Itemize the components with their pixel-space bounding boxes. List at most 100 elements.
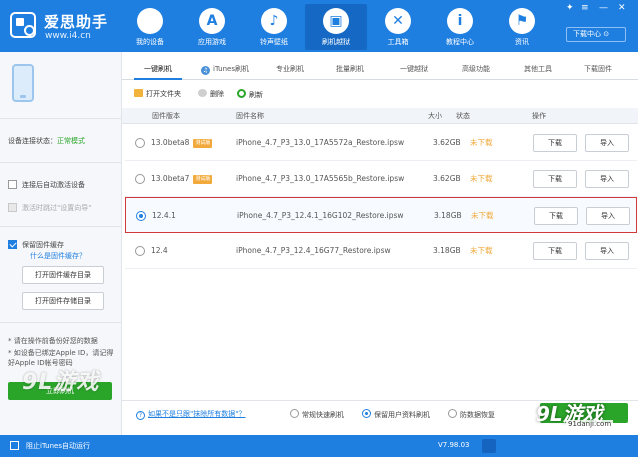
table-row[interactable]: 13.0beta7 测试版 iPhone_4.7_P3_13.0_17A5565b… xyxy=(125,161,637,197)
firmware-version: 13.0beta8 测试版 xyxy=(151,138,213,148)
minimize-icon[interactable]: — xyxy=(599,3,608,13)
download-icon: ⊙ xyxy=(603,30,610,38)
download-button[interactable]: 下载 xyxy=(533,134,577,152)
tab-one-click-jailbreak[interactable]: 一键越狱 xyxy=(390,60,438,80)
apple-icon xyxy=(137,8,163,34)
anti-recovery-radio[interactable]: 防数据恢复 xyxy=(448,409,495,420)
tab-itunes-flash[interactable]: ♫ iTunes刷机 xyxy=(194,60,256,80)
watermark-url: 91danji.com xyxy=(566,420,614,428)
firmware-size: 3.18GB xyxy=(433,246,461,255)
radio-icon[interactable] xyxy=(135,174,145,184)
connection-value: 正常模式 xyxy=(57,137,85,145)
skin-icon[interactable]: ✦ xyxy=(566,3,574,13)
table-row[interactable]: 12.4 iPhone_4.7_P3_12.4_16G77_Restore.ip… xyxy=(125,233,637,269)
box-icon: ▣ xyxy=(323,8,349,34)
delete-button[interactable]: 删除 xyxy=(198,89,224,99)
radio-icon[interactable] xyxy=(135,138,145,148)
nav-tutorials[interactable]: i 教程中心 xyxy=(429,4,491,50)
table-row-selected[interactable]: 12.4.1 iPhone_4.7_P3_12.4.1_16G102_Resto… xyxy=(125,197,637,233)
tab-other-tools[interactable]: 其他工具 xyxy=(514,60,562,80)
phone-icon xyxy=(12,64,34,102)
app-title: 爱思助手 xyxy=(44,13,109,31)
firmware-name: iPhone_4.7_P3_13.0_17A5572a_Restore.ipsw xyxy=(236,138,405,147)
tools-icon: ✕ xyxy=(385,8,411,34)
divider xyxy=(0,226,122,227)
open-folder-button[interactable]: 打开文件夹 xyxy=(134,89,181,99)
version-label: V7.98.03 xyxy=(438,441,470,449)
firmware-version: 13.0beta7 测试版 xyxy=(151,174,213,184)
info-icon: i xyxy=(447,8,473,34)
delete-icon xyxy=(198,89,207,97)
table-row[interactable]: 13.0beta8 测试版 iPhone_4.7_P3_13.0_17A5572a… xyxy=(125,125,637,161)
tab-download-firmware[interactable]: 下载固件 xyxy=(574,60,622,80)
firmware-name: iPhone_4.7_P3_12.4_16G77_Restore.ipsw xyxy=(236,246,391,255)
refresh-icon xyxy=(237,89,246,98)
checkbox-icon[interactable] xyxy=(10,441,19,450)
import-button[interactable]: 导入 xyxy=(585,170,629,188)
nav-toolbox[interactable]: ✕ 工具箱 xyxy=(367,4,429,50)
itunes-block-label: 阻止iTunes自动运行 xyxy=(26,442,90,450)
tab-pro-flash[interactable]: 专业刷机 xyxy=(266,60,314,80)
keep-firmware-checkbox[interactable]: 保留固件缓存 xyxy=(8,240,64,250)
erase-help-link[interactable]: ? 如果不是只跟"抹除所有数据"？ xyxy=(136,409,245,420)
import-button[interactable]: 导入 xyxy=(585,134,629,152)
nav-ringtones[interactable]: ♪ 铃声壁纸 xyxy=(243,4,305,50)
folder-icon xyxy=(134,89,143,97)
download-button[interactable]: 下载 xyxy=(533,170,577,188)
download-status: 未下载 xyxy=(471,211,494,220)
firmware-name: iPhone_4.7_P3_12.4.1_16G102_Restore.ipsw xyxy=(237,211,404,220)
help-icon: ? xyxy=(136,411,145,420)
firmware-size: 3.18GB xyxy=(434,211,462,220)
quick-flash-radio[interactable]: 常规快速刷机 xyxy=(290,409,344,420)
flag-icon: ⚑ xyxy=(509,8,535,34)
app-url: www.i4.cn xyxy=(45,31,91,41)
col-size: 大小 xyxy=(428,112,442,120)
nav-my-device[interactable]: 我的设备 xyxy=(119,4,181,50)
tab-one-click-flash[interactable]: 一键刷机 xyxy=(134,60,182,80)
firmware-cache-help-link[interactable]: 什么是固件缓存？ xyxy=(30,251,86,261)
firmware-name: iPhone_4.7_P3_13.0_17A5565b_Restore.ipsw xyxy=(236,174,405,183)
radio-selected-icon[interactable] xyxy=(136,211,146,221)
status-bar: 阻止iTunes自动运行 V7.98.03 xyxy=(0,435,638,457)
tab-batch-flash[interactable]: 批量刷机 xyxy=(326,60,374,80)
radio-icon[interactable] xyxy=(135,246,145,256)
download-button[interactable]: 下载 xyxy=(533,242,577,260)
nav-flash-jailbreak[interactable]: ▣ 刷机越狱 xyxy=(305,4,367,50)
open-cache-dir-button[interactable]: 打开固件缓存目录 xyxy=(22,266,104,284)
auto-activate-checkbox[interactable]: 连接后自动激活设备 xyxy=(8,180,85,190)
radio-icon xyxy=(290,409,299,418)
beta-badge: 测试版 xyxy=(193,139,213,148)
flash-tabs: 一键刷机 ♫ iTunes刷机 专业刷机 批量刷机 一键越狱 高级功能 其他工具 … xyxy=(122,60,638,80)
firmware-table-header: 固件版本 固件名称 大小 状态 操作 xyxy=(122,108,638,124)
tab-advanced[interactable]: 高级功能 xyxy=(452,60,500,80)
keep-data-radio[interactable]: 保留用户资料刷机 xyxy=(362,409,430,420)
checkbox-icon xyxy=(8,180,17,189)
divider xyxy=(0,322,122,323)
beta-badge: 测试版 xyxy=(193,175,213,184)
ringtone-icon: ♪ xyxy=(261,8,287,34)
watermark-logo: 9L游戏 xyxy=(22,370,100,395)
checked-icon xyxy=(8,240,17,249)
divider xyxy=(0,162,122,163)
connection-status: 设备连接状态：正常模式 xyxy=(8,137,85,145)
open-storage-dir-button[interactable]: 打开固件存储目录 xyxy=(22,292,104,310)
menu-icon[interactable]: ≡ xyxy=(581,3,589,13)
i4-logo-icon xyxy=(10,12,36,38)
skip-setup-checkbox[interactable]: 激活时跳过"设置向导" xyxy=(8,203,91,213)
firmware-size: 3.62GB xyxy=(433,138,461,147)
download-button[interactable]: 下载 xyxy=(534,207,578,225)
col-action: 操作 xyxy=(532,112,546,120)
download-center-button[interactable]: 下载中心 ⊙ xyxy=(566,27,626,42)
firmware-version: 12.4.1 xyxy=(152,211,176,220)
import-button[interactable]: 导入 xyxy=(585,242,629,260)
refresh-button[interactable]: 刷新 xyxy=(237,89,263,100)
col-status: 状态 xyxy=(456,112,470,120)
download-status: 未下载 xyxy=(470,138,493,147)
nav-apps-games[interactable]: A 应用游戏 xyxy=(181,4,243,50)
feedback-icon[interactable] xyxy=(482,439,496,453)
import-button[interactable]: 导入 xyxy=(586,207,630,225)
nav-news[interactable]: ⚑ 资讯 xyxy=(491,4,553,50)
title-bar: 爱思助手 www.i4.cn 我的设备 A 应用游戏 ♪ 铃声壁纸 ▣ 刷机越狱… xyxy=(0,0,638,52)
divider xyxy=(0,118,122,119)
close-icon[interactable]: ✕ xyxy=(618,3,626,13)
